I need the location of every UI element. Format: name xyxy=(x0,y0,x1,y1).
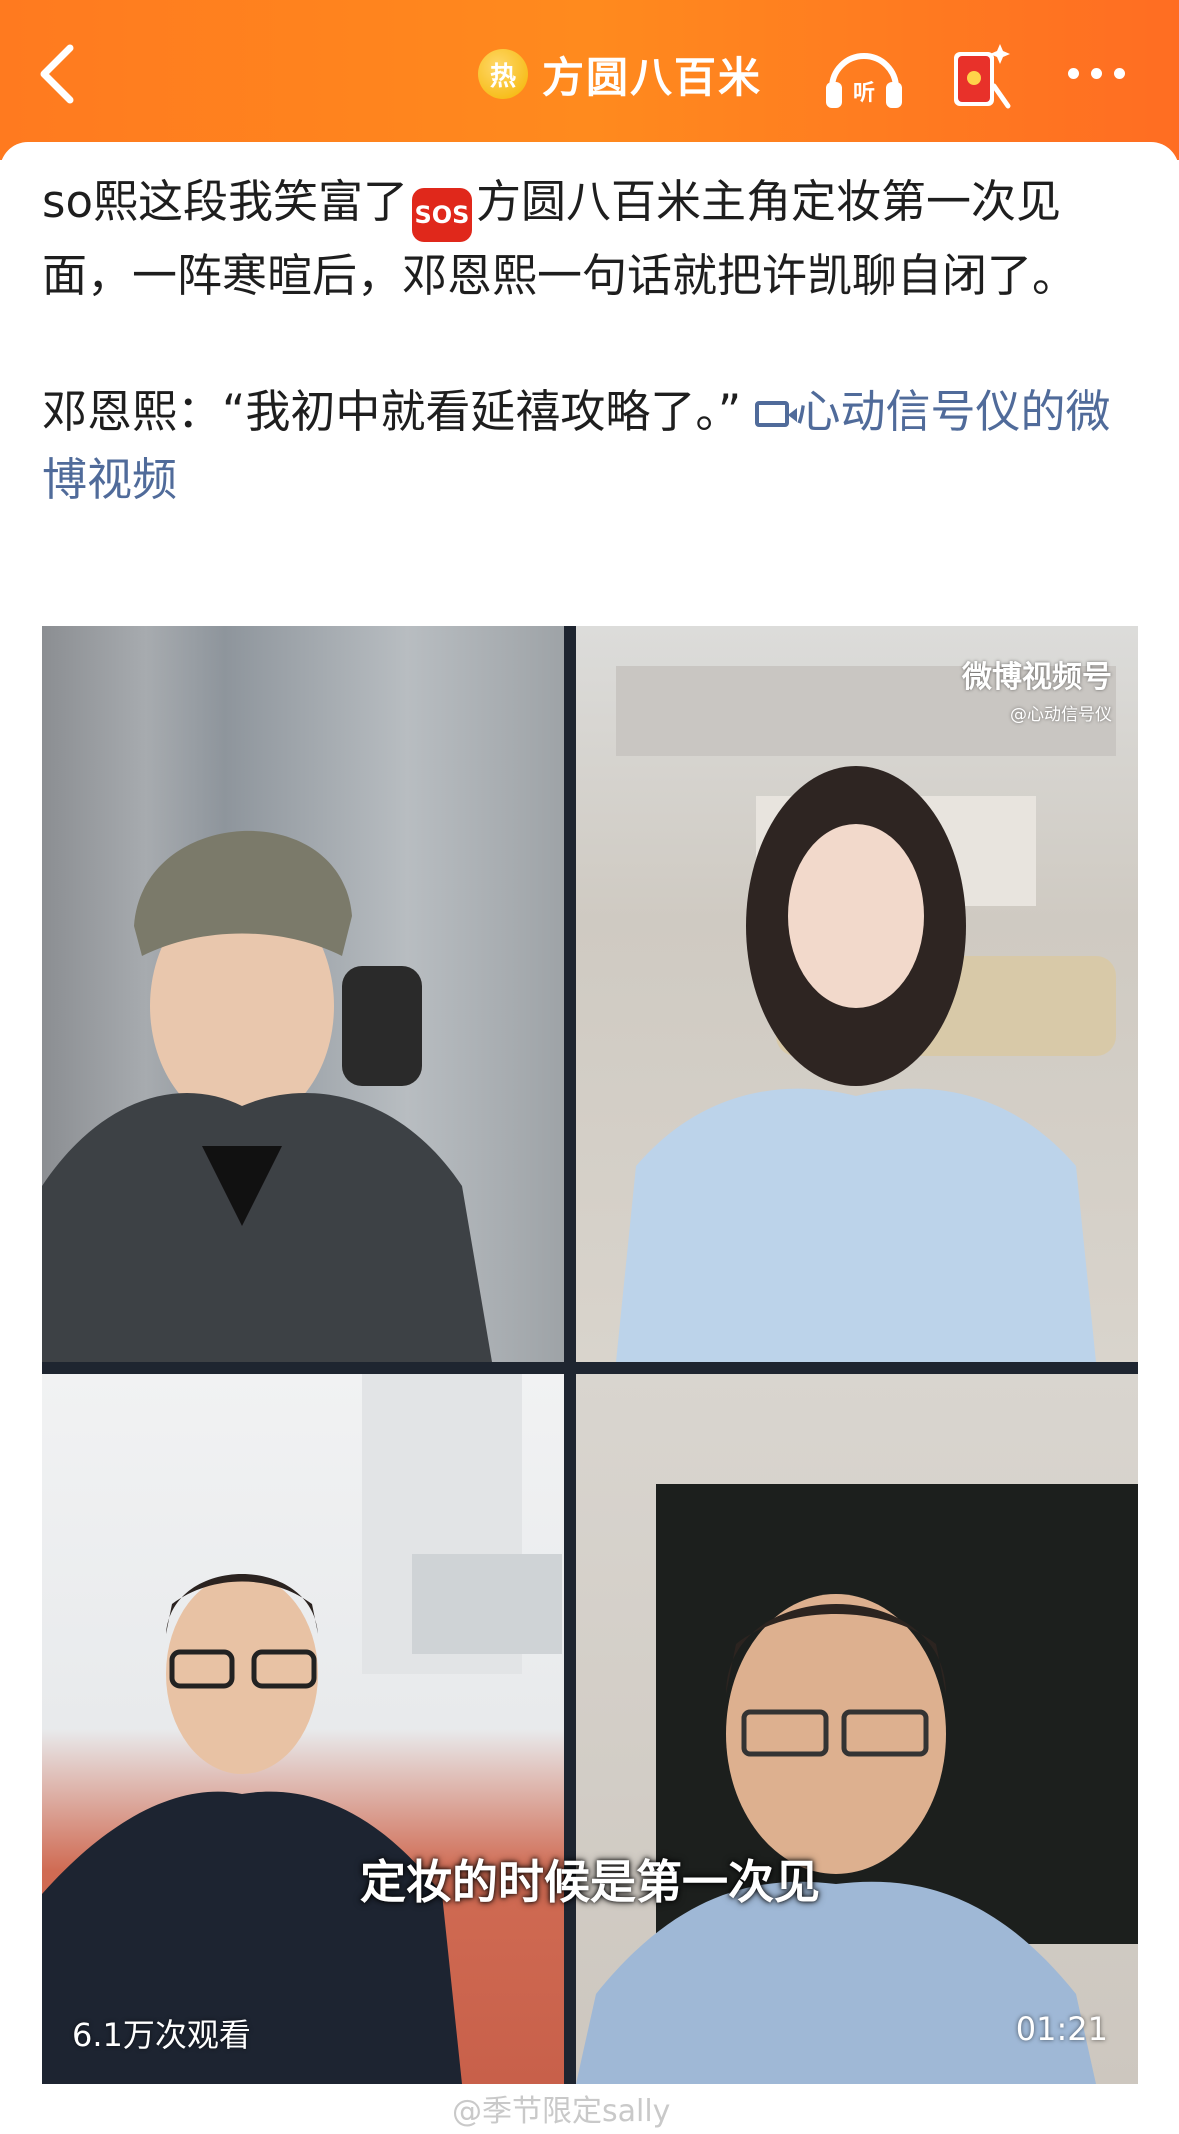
tile-divider xyxy=(42,1362,1138,1374)
video-player[interactable]: 微博视频号 @心动信号仪 定妆的时候是第一次见 6.1万次观看 01:21 xyxy=(42,626,1138,2084)
user-watermark: @季节限定sally xyxy=(452,2094,671,2129)
post-text-intro: so熙这段我笑富了 xyxy=(42,175,408,228)
post-quote: 邓恩熙：“我初中就看延禧攻略了。” xyxy=(42,385,742,438)
watermark-sub: @心动信号仪 xyxy=(1010,705,1112,725)
more-dot-icon xyxy=(1068,67,1079,79)
headphones-icon: 听 xyxy=(826,53,902,108)
listen-button[interactable]: 听 xyxy=(822,40,906,112)
post-paragraph-2: 邓恩熙：“我初中就看延禧攻略了。” 心动信号仪的微博视频 xyxy=(42,378,1142,514)
top-app-bar: 热 方圆八百米 听 xyxy=(0,0,1179,160)
video-tile-top-left xyxy=(42,626,564,1362)
sos-emoji-icon: SOS xyxy=(411,188,472,242)
video-tile-top-right: 微博视频号 @心动信号仪 xyxy=(576,626,1138,1362)
post-paragraph-1: so熙这段我笑富了 SOS 方圆八百米主角定妆第一次见面，一阵寒暄后，邓恩熙一句话就… xyxy=(42,168,1142,310)
red-packet-icon xyxy=(954,44,1011,109)
video-duration: 01:21 xyxy=(1015,2010,1108,2048)
video-tile-bottom-right xyxy=(576,1374,1138,2084)
back-button[interactable] xyxy=(30,38,90,108)
video-camera-icon xyxy=(755,401,798,427)
more-options-button[interactable] xyxy=(1068,58,1138,88)
hot-badge-icon: 热 xyxy=(478,49,528,99)
video-subtitle: 定妆的时候是第一次见 xyxy=(360,1855,820,1909)
video-tile-bottom-left xyxy=(42,1374,564,2084)
person-image xyxy=(42,830,492,1362)
more-dot-icon xyxy=(1114,67,1125,79)
person-image xyxy=(616,666,1116,1362)
red-packet-button[interactable] xyxy=(948,38,1018,114)
watermark-main: 微博视频号 xyxy=(962,660,1112,695)
view-count: 6.1万次观看 xyxy=(72,2016,251,2054)
more-dot-icon xyxy=(1091,67,1102,79)
chevron-left-icon xyxy=(40,44,74,104)
topic-title-group[interactable]: 热 方圆八百米 xyxy=(478,42,762,106)
post-body: so熙这段我笑富了 SOS 方圆八百米主角定妆第一次见面，一阵寒暄后，邓恩熙一句话就… xyxy=(42,168,1142,514)
person-image xyxy=(42,1374,562,2084)
watermark: 微博视频号 @心动信号仪 xyxy=(962,652,1112,725)
topic-title: 方圆八百米 xyxy=(542,52,763,102)
listen-label: 听 xyxy=(853,81,875,106)
person-image xyxy=(576,1484,1138,2084)
